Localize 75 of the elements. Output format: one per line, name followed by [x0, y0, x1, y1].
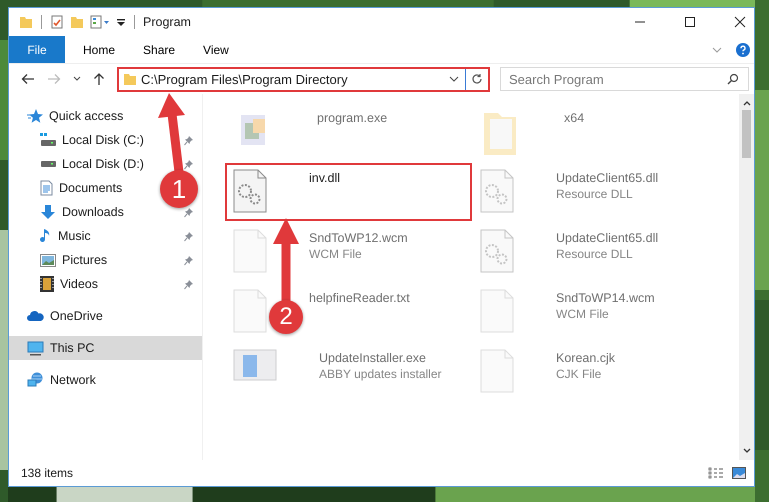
nav-item[interactable]: Local Disk (D:) [40, 152, 144, 176]
drive-icon [40, 160, 56, 168]
window-title: Program [143, 15, 191, 29]
file-tab[interactable]: File [9, 36, 65, 63]
ribbon-tab[interactable]: Share [133, 42, 186, 56]
pin-icon[interactable] [184, 278, 194, 290]
down-arrow-icon [40, 204, 56, 220]
installer-icon[interactable] [233, 349, 277, 381]
network-icon [27, 372, 44, 388]
chevron-icon[interactable] [449, 76, 459, 82]
back-arrow-icon[interactable] [21, 73, 35, 85]
nav-item[interactable]: This PC [9, 336, 202, 360]
forward-arrow-icon[interactable] [47, 73, 61, 85]
scrollbar-thumb[interactable] [742, 110, 751, 158]
up-chevron-icon[interactable] [742, 100, 750, 106]
monitor-icon [27, 340, 44, 356]
cloud-icon [27, 310, 44, 322]
ribbon-tab[interactable]: View [193, 42, 239, 56]
film-icon [40, 276, 54, 292]
settings-file-icon[interactable] [480, 229, 514, 273]
folder-icon [123, 72, 137, 86]
file-type: Resource DLL [556, 187, 634, 201]
pin-icon[interactable] [184, 230, 194, 242]
file-name[interactable]: helpfineReader.txt [309, 291, 410, 305]
file-type: Resource DLL [556, 247, 634, 261]
nav-item[interactable]: Quick access [9, 104, 202, 128]
properties-icon[interactable] [90, 15, 110, 29]
ribbon-tab[interactable]: Home [73, 42, 126, 56]
close-icon[interactable] [734, 16, 746, 28]
pin-icon[interactable] [184, 134, 194, 146]
file-type: WCM File [309, 247, 363, 261]
settings-file-icon[interactable] [233, 169, 267, 213]
file-type: ABBY updates installer [319, 367, 442, 381]
help-icon[interactable] [736, 42, 750, 56]
item-count: 138 items [21, 466, 74, 480]
chevron-icon[interactable] [73, 76, 81, 82]
nav-item[interactable]: Pictures [40, 248, 108, 272]
scrollbar[interactable] [739, 94, 754, 460]
nav-item[interactable]: Videos [40, 272, 98, 296]
pin-icon[interactable] [184, 206, 194, 218]
up-arrow-icon[interactable] [93, 72, 105, 86]
details-view-icon[interactable] [708, 467, 724, 479]
nav-item[interactable]: Network [9, 368, 202, 392]
pin-icon[interactable] [184, 254, 194, 266]
file-name[interactable]: UpdateInstaller.exe [319, 351, 442, 365]
file-name[interactable]: program.exe [317, 111, 388, 125]
nav-item[interactable]: OneDrive [9, 304, 202, 328]
file-type: CJK File [556, 367, 602, 381]
settings-file-icon[interactable] [480, 169, 514, 213]
nav-item[interactable]: Music [40, 224, 91, 248]
file-name[interactable]: SndToWP14.wcm [556, 291, 655, 305]
thumbnail-view-icon[interactable] [732, 467, 746, 479]
nav-item[interactable]: Documents [40, 176, 122, 200]
search-icon [727, 73, 739, 85]
picture-icon [40, 254, 56, 266]
file-name[interactable]: inv.dll [309, 171, 340, 185]
drive-icon [40, 133, 56, 147]
music-note-icon [40, 228, 52, 244]
pin-icon[interactable] [184, 158, 194, 170]
nav-item[interactable]: Local Disk (C:) [40, 128, 144, 152]
address-field[interactable]: C:\Program Files\Program Directory [119, 68, 466, 90]
star-icon [27, 108, 43, 124]
file-name[interactable]: x64 [564, 111, 584, 125]
refresh-icon[interactable] [471, 73, 483, 85]
document-icon [40, 180, 53, 196]
file-name[interactable]: SndToWP12.wcm [309, 231, 408, 245]
file-type: WCM File [556, 307, 610, 321]
maximize-icon[interactable] [684, 16, 696, 28]
checklist-icon[interactable] [50, 15, 64, 29]
search-field[interactable]: Search Program [500, 67, 749, 91]
file-name[interactable]: UpdateClient65.dll [556, 231, 658, 245]
nav-item[interactable]: Downloads [40, 200, 124, 224]
down-chevron-icon[interactable] [742, 448, 750, 454]
file-name[interactable]: Korean.cjk [556, 351, 616, 365]
file-name[interactable]: UpdateClient65.dll [556, 171, 658, 185]
